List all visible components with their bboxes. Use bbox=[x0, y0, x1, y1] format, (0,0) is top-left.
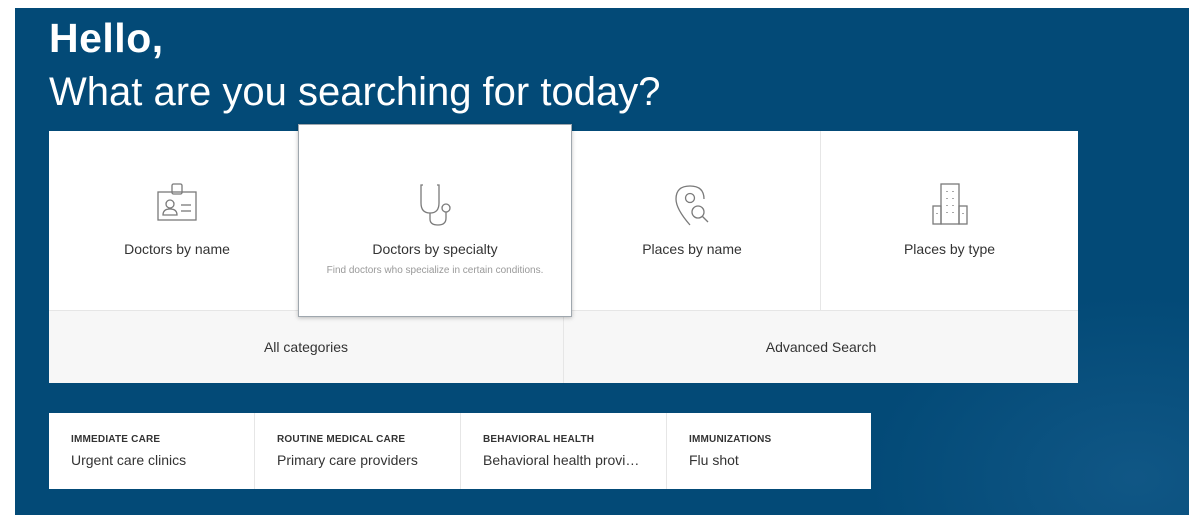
quick-link-heading: BEHAVIORAL HEALTH bbox=[483, 434, 595, 445]
category-label: Doctors by specialty bbox=[372, 241, 498, 257]
quick-link-heading: IMMEDIATE CARE bbox=[71, 434, 161, 445]
category-label: Places by type bbox=[903, 241, 996, 257]
search-category-panel: Doctors by name Doctors by specialty Fin… bbox=[49, 124, 1078, 383]
quick-link-immediate-care[interactable]: IMMEDIATE CARE Urgent care clinics bbox=[49, 413, 255, 489]
quick-link-routine-medical-care[interactable]: ROUTINE MEDICAL CARE Primary care provid… bbox=[255, 413, 461, 489]
search-options-row: All categories Advanced Search bbox=[49, 310, 1078, 383]
stethoscope-icon bbox=[411, 181, 459, 229]
quick-link-immunizations[interactable]: IMMUNIZATIONS Flu shot bbox=[667, 413, 873, 489]
category-label: Doctors by name bbox=[124, 241, 230, 257]
quick-link-heading: ROUTINE MEDICAL CARE bbox=[277, 434, 406, 445]
category-places-by-type[interactable]: Places by type bbox=[821, 131, 1078, 310]
all-categories-button[interactable]: All categories bbox=[49, 311, 564, 383]
category-places-by-name[interactable]: Places by name bbox=[564, 131, 821, 310]
building-icon bbox=[926, 181, 974, 229]
advanced-search-button[interactable]: Advanced Search bbox=[564, 311, 1078, 383]
quick-link-value: Urgent care clinics bbox=[71, 452, 187, 468]
quick-link-heading: IMMUNIZATIONS bbox=[689, 434, 772, 445]
quick-link-value: Primary care providers bbox=[277, 452, 418, 468]
quick-link-behavioral-health[interactable]: BEHAVIORAL HEALTH Behavioral health prov… bbox=[461, 413, 667, 489]
category-description: Find doctors who specialize in certain c… bbox=[326, 265, 544, 276]
category-doctors-by-name[interactable]: Doctors by name bbox=[49, 131, 306, 310]
quick-links: IMMEDIATE CARE Urgent care clinics ROUTI… bbox=[49, 413, 871, 489]
greeting-hello: Hello, bbox=[49, 15, 164, 61]
search-hero: Hello, What are you searching for today?… bbox=[15, 8, 1189, 515]
category-doctors-by-specialty[interactable]: Doctors by specialty Find doctors who sp… bbox=[298, 124, 572, 317]
quick-link-value: Behavioral health provi… bbox=[483, 452, 640, 468]
category-label: Places by name bbox=[642, 241, 742, 257]
greeting-question: What are you searching for today? bbox=[49, 70, 661, 114]
quick-link-value: Flu shot bbox=[689, 452, 739, 468]
location-search-icon bbox=[668, 181, 716, 229]
id-badge-icon bbox=[153, 181, 201, 229]
